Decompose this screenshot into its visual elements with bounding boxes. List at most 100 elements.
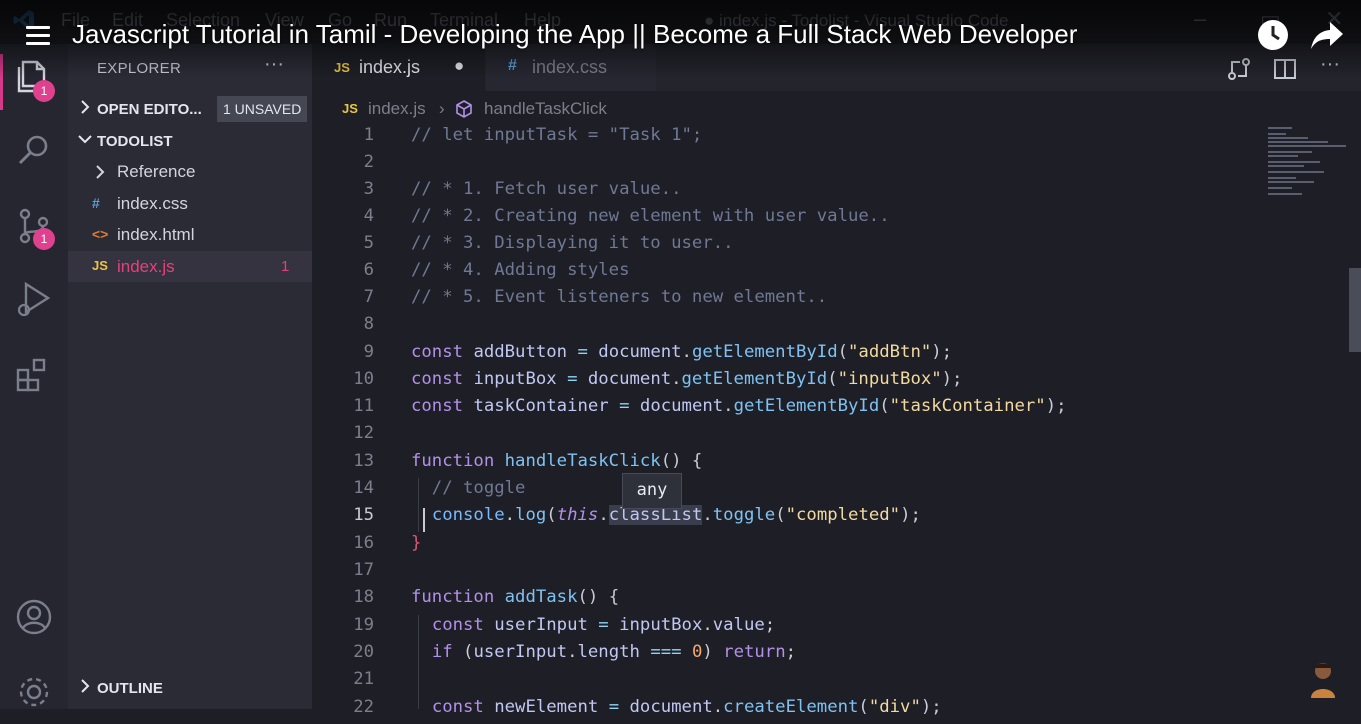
line-number: 11 xyxy=(353,396,374,416)
chevron-right-icon xyxy=(81,100,90,114)
search-icon[interactable] xyxy=(14,130,54,170)
css-file-icon: # xyxy=(508,57,517,74)
code-line: 10 const inputBox = document.getElementBy… xyxy=(312,369,1349,396)
code-line: 2 xyxy=(312,152,1349,179)
file-item-index-css[interactable]: # index.css xyxy=(68,188,312,219)
explorer-badge: 1 xyxy=(33,80,55,102)
code-line: 8 xyxy=(312,314,1349,341)
line-number: 6 xyxy=(363,260,374,280)
line-number: 16 xyxy=(353,533,374,553)
scrollbar-thumb[interactable] xyxy=(1349,268,1361,352)
presenter-avatar-icon xyxy=(1311,663,1335,698)
open-editors-label: OPEN EDITO... xyxy=(97,101,202,118)
js-file-icon: JS xyxy=(92,258,108,273)
file-item-reference[interactable]: Reference xyxy=(68,156,312,187)
activity-bar: 1 1 xyxy=(0,44,68,709)
tab-label: index.css xyxy=(532,57,608,77)
css-file-icon: # xyxy=(92,195,100,211)
code-line: 9 const addButton = document.getElementBy… xyxy=(312,342,1349,369)
breadcrumb: JS index.js › handleTaskClick xyxy=(312,91,1361,125)
code-line: 7// * 5. Event listeners to new element.… xyxy=(312,287,1349,314)
code-line: 17 xyxy=(312,560,1349,587)
line-number: 2 xyxy=(363,152,374,172)
code-editor[interactable]: 1// let inputTask = "Task 1"; 2 3// * 1.… xyxy=(312,125,1349,717)
line-number: 8 xyxy=(363,314,374,334)
problem-count: 1 xyxy=(281,258,290,275)
outline-section[interactable]: OUTLINE xyxy=(68,673,312,703)
more-actions-icon[interactable]: ··· xyxy=(1320,53,1340,76)
file-item-index-js[interactable]: JS index.js 1 xyxy=(68,251,312,282)
active-indicator xyxy=(0,54,3,110)
explorer-sidebar: EXPLORER ··· OPEN EDITO... 1 UNSAVED TOD… xyxy=(68,44,312,709)
line-number: 4 xyxy=(363,206,374,226)
text-cursor xyxy=(423,508,425,532)
code-line: 4// * 2. Creating new element with user … xyxy=(312,206,1349,233)
video-title[interactable]: Javascript Tutorial in Tamil - Developin… xyxy=(72,19,1077,50)
breadcrumb-file[interactable]: index.js xyxy=(368,99,426,119)
file-item-index-html[interactable]: <> index.html xyxy=(68,219,312,250)
code-line: 22 const newElement = document.createEle… xyxy=(312,697,1349,724)
code-line: 12 xyxy=(312,423,1349,450)
code-line: 5// * 3. Displaying it to user.. xyxy=(312,233,1349,260)
line-number: 22 xyxy=(353,697,374,717)
method-icon xyxy=(456,100,472,118)
share-icon[interactable] xyxy=(1310,20,1344,50)
line-number: 17 xyxy=(353,560,374,580)
chevron-right-icon xyxy=(81,679,90,693)
type-hover-tooltip: any xyxy=(622,473,682,509)
code-line: 20 if (userInput.length === 0) return; xyxy=(312,642,1349,669)
chevron-down-icon xyxy=(78,135,92,144)
account-icon[interactable] xyxy=(14,597,54,637)
line-number: 1 xyxy=(363,125,374,145)
indent-guide xyxy=(418,478,419,532)
code-line: 13 function handleTaskClick() { xyxy=(312,451,1349,478)
minimap[interactable] xyxy=(1266,125,1348,205)
line-number: 14 xyxy=(353,478,374,498)
editor-tabs: JS index.js ● # index.css ··· xyxy=(312,44,1361,91)
line-number: 19 xyxy=(353,615,374,635)
file-name: index.js xyxy=(117,257,175,276)
code-line: 15 console.log(this.classList.toggle("co… xyxy=(312,505,1349,532)
menu-icon[interactable] xyxy=(26,26,50,46)
explorer-header: EXPLORER xyxy=(97,60,182,77)
todolist-folder[interactable]: TODOLIST xyxy=(68,126,312,156)
code-line: 14 // toggle xyxy=(312,478,1349,505)
indent-guide xyxy=(418,615,419,709)
line-number: 21 xyxy=(353,669,374,689)
line-number: 5 xyxy=(363,233,374,253)
outline-label: OUTLINE xyxy=(97,680,163,697)
more-actions-icon[interactable]: ··· xyxy=(264,53,284,76)
js-file-icon: JS xyxy=(334,60,350,75)
line-number: 12 xyxy=(353,423,374,443)
compare-changes-icon[interactable] xyxy=(1226,56,1252,82)
extensions-icon[interactable] xyxy=(14,356,54,396)
run-debug-icon[interactable] xyxy=(14,280,54,320)
code-line: 21 xyxy=(312,669,1349,696)
code-line: 18 function addTask() { xyxy=(312,587,1349,614)
tab-index-css[interactable]: # index.css xyxy=(486,44,656,91)
line-number: 15 xyxy=(353,505,374,525)
line-number: 7 xyxy=(363,287,374,307)
line-number: 20 xyxy=(353,642,374,662)
html-file-icon: <> xyxy=(92,226,109,242)
open-editors-section[interactable]: OPEN EDITO... 1 UNSAVED xyxy=(68,94,312,124)
code-line: 16} xyxy=(312,533,1349,560)
folder-label: TODOLIST xyxy=(97,133,173,150)
gear-icon[interactable] xyxy=(14,672,54,712)
tab-label: index.js xyxy=(359,57,421,77)
code-line: 1// let inputTask = "Task 1"; xyxy=(312,125,1349,152)
unsaved-dot-icon[interactable]: ● xyxy=(454,56,464,76)
code-line: 3// * 1. Fetch user value.. xyxy=(312,179,1349,206)
split-editor-icon[interactable] xyxy=(1272,56,1298,82)
line-number: 18 xyxy=(353,587,374,607)
code-line: 11 const taskContainer = document.getElem… xyxy=(312,396,1349,423)
minimize-icon[interactable]: – xyxy=(1194,6,1206,32)
code-line: 6// * 4. Adding styles xyxy=(312,260,1349,287)
tab-index-js[interactable]: JS index.js ● xyxy=(312,44,485,91)
line-number: 10 xyxy=(353,369,374,389)
unsaved-badge: 1 UNSAVED xyxy=(217,96,308,122)
breadcrumb-symbol[interactable]: handleTaskClick xyxy=(484,99,607,119)
scrollbar-track[interactable] xyxy=(1349,125,1361,709)
file-name: index.css xyxy=(117,194,188,213)
watch-later-icon[interactable] xyxy=(1257,19,1289,51)
